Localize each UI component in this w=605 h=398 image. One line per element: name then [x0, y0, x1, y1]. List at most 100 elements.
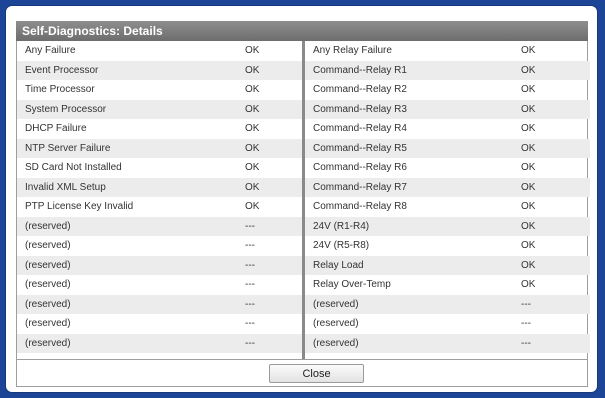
diagnostic-status: OK	[521, 259, 536, 271]
table-row: Command--Relay R6 OK	[305, 158, 590, 178]
diagnostic-name: (reserved)	[313, 337, 359, 349]
diagnostic-status: OK	[245, 162, 260, 173]
table-row: (reserved) ---	[17, 236, 302, 256]
diagnostic-name: Command--Relay R8	[313, 201, 407, 212]
diagnostic-status: OK	[521, 64, 536, 76]
diagnostic-name: (reserved)	[313, 318, 359, 329]
diagnostic-name: Relay Over-Temp	[313, 279, 391, 290]
diagnostic-name: PTP License Key Invalid	[25, 201, 134, 212]
table-row: Command--Relay R2 OK	[305, 80, 590, 100]
diagnostic-name: Relay Load	[313, 259, 364, 271]
table-row: (reserved) ---	[305, 294, 590, 314]
table-row: Time Processor OK	[17, 80, 302, 100]
table-row: (reserved) ---	[17, 216, 302, 236]
table-row: Command--Relay R8 OK	[305, 197, 590, 217]
diagnostic-name: Event Processor	[25, 64, 99, 76]
table-row: (reserved) ---	[17, 314, 302, 334]
table-row: Any Failure OK	[17, 41, 302, 61]
diagnostic-name: Command--Relay R3	[313, 103, 407, 115]
table-row: (reserved) ---	[17, 255, 302, 275]
diagnostic-name: Command--Relay R7	[313, 181, 407, 193]
diagnostic-name: 24V (R5-R8)	[313, 240, 370, 251]
table-row: Event Processor OK	[17, 60, 302, 80]
table-row: (reserved) ---	[17, 294, 302, 314]
diagnostic-status: OK	[521, 162, 536, 173]
diagnostic-name: (reserved)	[25, 298, 71, 310]
diagnostic-status: OK	[521, 240, 536, 251]
diagnostics-table: Any Failure OK Event Processor OK Time Proce…	[16, 41, 590, 359]
left-column: Any Failure OK Event Processor OK Time Proce…	[17, 41, 302, 353]
diagnostic-status: ---	[245, 298, 255, 310]
diagnostic-status: ---	[521, 298, 531, 310]
diagnostic-name: (reserved)	[25, 318, 71, 329]
diagnostic-status: OK	[521, 45, 536, 56]
diagnostic-status: OK	[245, 45, 260, 56]
diagnostic-name: Time Processor	[25, 84, 95, 95]
table-row: Command--Relay R4 OK	[305, 119, 590, 139]
diagnostic-name: SD Card Not Installed	[25, 162, 122, 173]
diagnostic-name: Any Relay Failure	[313, 45, 392, 56]
diagnostic-name: Invalid XML Setup	[25, 181, 106, 193]
diagnostic-name: (reserved)	[313, 298, 359, 310]
table-row: System Processor OK	[17, 99, 302, 119]
diagnostic-name: Command--Relay R4	[313, 123, 407, 134]
diagnostic-name: 24V (R1-R4)	[313, 220, 370, 232]
table-row: (reserved) ---	[17, 333, 302, 353]
table-row: Relay Load OK	[305, 255, 590, 275]
diagnostic-name: (reserved)	[25, 220, 71, 232]
table-row: Command--Relay R1 OK	[305, 60, 590, 80]
diagnostic-status: ---	[245, 337, 255, 349]
diagnostic-status: OK	[521, 279, 536, 290]
table-row: (reserved) ---	[305, 314, 590, 334]
dialog-footer: Close	[16, 359, 588, 387]
diagnostic-status: OK	[245, 84, 260, 95]
close-button[interactable]: Close	[269, 364, 364, 383]
table-row: 24V (R5-R8) OK	[305, 236, 590, 256]
diagnostic-status: OK	[245, 123, 260, 134]
table-row: 24V (R1-R4) OK	[305, 216, 590, 236]
diagnostic-status: ---	[245, 240, 255, 251]
table-row: Command--Relay R5 OK	[305, 138, 590, 158]
diagnostic-status: OK	[521, 84, 536, 95]
diagnostic-name: (reserved)	[25, 240, 71, 251]
table-row: PTP License Key Invalid OK	[17, 197, 302, 217]
diagnostic-status: ---	[521, 318, 531, 329]
diagnostic-status: ---	[245, 318, 255, 329]
table-row: NTP Server Failure OK	[17, 138, 302, 158]
diagnostic-status: ---	[245, 279, 255, 290]
diagnostic-status: ---	[245, 220, 255, 232]
diagnostic-status: OK	[245, 64, 260, 76]
diagnostic-status: ---	[245, 259, 255, 271]
diagnostic-name: (reserved)	[25, 337, 71, 349]
table-row: SD Card Not Installed OK	[17, 158, 302, 178]
self-diagnostics-dialog: Self-Diagnostics: Details Any Failure OK E…	[6, 6, 597, 392]
diagnostic-status: OK	[521, 103, 536, 115]
diagnostic-name: Command--Relay R2	[313, 84, 407, 95]
diagnostic-name: System Processor	[25, 103, 107, 115]
table-row: Relay Over-Temp OK	[305, 275, 590, 295]
diagnostic-name: Command--Relay R6	[313, 162, 407, 173]
table-row: Invalid XML Setup OK	[17, 177, 302, 197]
table-row: (reserved) ---	[305, 333, 590, 353]
diagnostic-name: DHCP Failure	[25, 123, 87, 134]
table-row: (reserved) ---	[17, 275, 302, 295]
diagnostic-status: ---	[521, 337, 531, 349]
table-row: Command--Relay R3 OK	[305, 99, 590, 119]
diagnostic-name: Command--Relay R1	[313, 64, 407, 76]
diagnostic-name: NTP Server Failure	[25, 142, 111, 154]
diagnostic-status: OK	[521, 123, 536, 134]
diagnostic-status: OK	[521, 142, 536, 154]
table-row: Any Relay Failure OK	[305, 41, 590, 61]
right-column: Any Relay Failure OK Command--Relay R1 OK Co…	[305, 41, 590, 353]
diagnostic-status: OK	[245, 103, 260, 115]
diagnostic-name: Any Failure	[25, 45, 76, 56]
diagnostic-status: OK	[521, 181, 536, 193]
diagnostic-status: OK	[245, 181, 260, 193]
diagnostic-status: OK	[245, 142, 260, 154]
diagnostic-name: (reserved)	[25, 279, 71, 290]
table-row: Command--Relay R7 OK	[305, 177, 590, 197]
diagnostic-name: (reserved)	[25, 259, 71, 271]
dialog-title: Self-Diagnostics: Details	[16, 21, 588, 41]
diagnostic-status: OK	[521, 220, 536, 232]
table-row: DHCP Failure OK	[17, 119, 302, 139]
